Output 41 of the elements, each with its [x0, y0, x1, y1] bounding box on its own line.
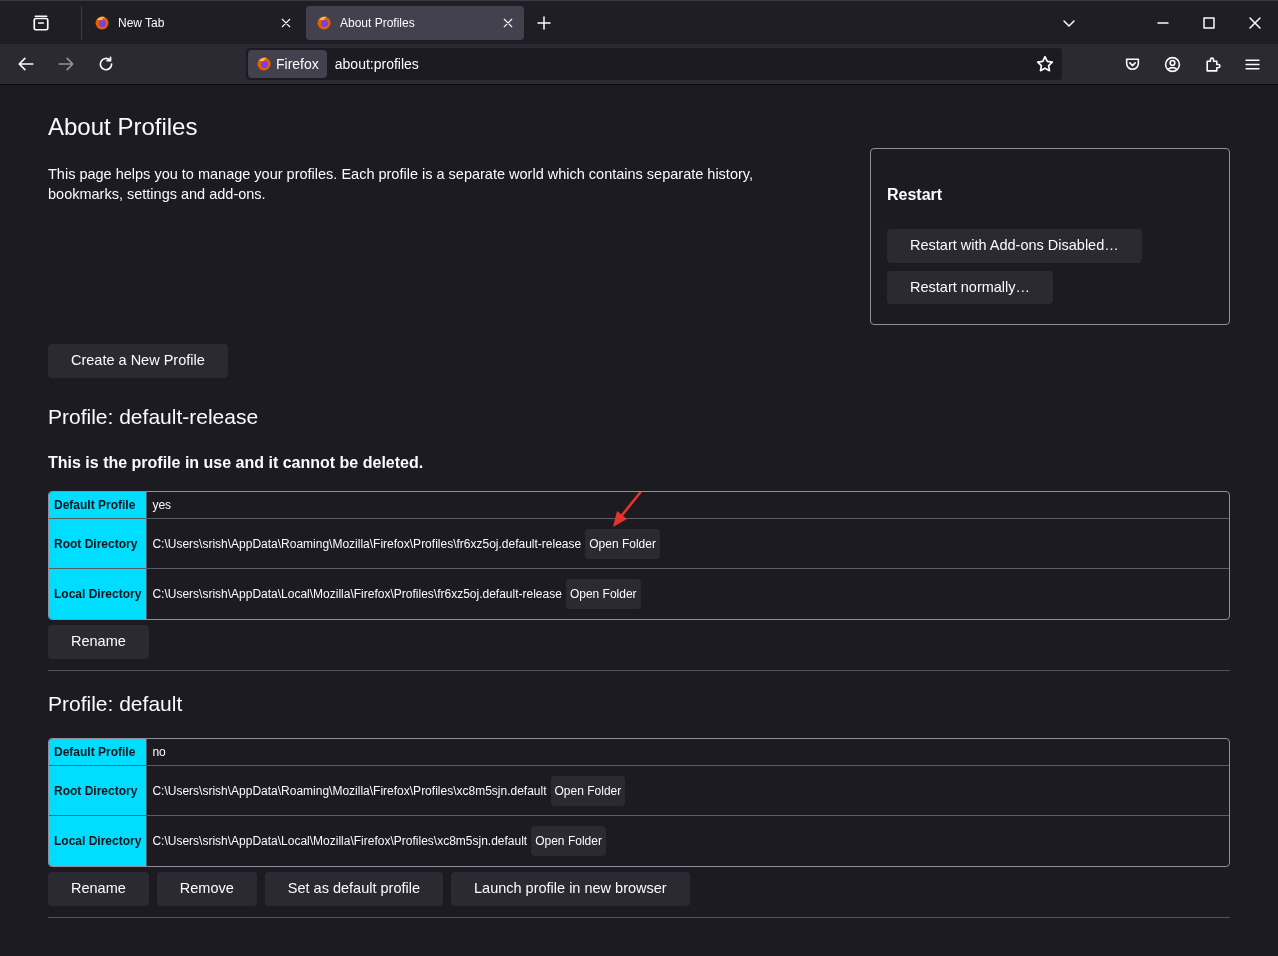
browser-tab[interactable]: New Tab: [84, 5, 302, 40]
path-text: C:\Users\srish\AppData\Local\Mozilla\Firefox\Profiles\fr6xz5oj.default-release: [152, 586, 562, 604]
tab-list-icon[interactable]: [31, 13, 50, 32]
restart-button[interactable]: Restart normally…: [887, 270, 1054, 305]
profile-action-button[interactable]: Launch profile in new browser: [451, 872, 690, 906]
identity-button[interactable]: Firefox: [248, 50, 327, 78]
row-label: Root Directory: [49, 766, 148, 817]
profile-note: This is the profile in use and it cannot be deleted.: [48, 453, 425, 474]
profile-action-button[interactable]: Remove: [156, 872, 257, 906]
restart-button[interactable]: Restart with Add-ons Disabled…: [887, 228, 1142, 263]
open-folder-button[interactable]: Open Folder: [531, 826, 606, 857]
firefox-icon: [256, 56, 272, 72]
path-text: C:\Users\srish\AppData\Local\Mozilla\Firefox\Profiles\xc8m5sjn.default: [152, 833, 528, 851]
firefox-icon: [316, 14, 332, 31]
restart-title: Restart: [887, 184, 944, 205]
path-text: no: [152, 744, 166, 762]
open-folder-button[interactable]: Open Folder: [550, 775, 626, 806]
url-text[interactable]: about:profiles: [334, 53, 1028, 75]
intro-paragraph: This page helps you to manage your profiles. Each profile is a separate world which contains separate history, bookmarks, settings and add-ons.: [48, 164, 754, 204]
profile-action-button[interactable]: Rename: [48, 872, 149, 906]
create-profile-button[interactable]: Create a New Profile: [48, 344, 228, 379]
profile-action-button[interactable]: Set as default profile: [264, 872, 443, 906]
close-icon[interactable]: [502, 16, 514, 29]
profile-title: Profile: default: [48, 691, 184, 717]
path-text: yes: [152, 497, 172, 515]
row-label: Default Profile: [49, 739, 148, 767]
row-label: Local Directory: [49, 569, 148, 620]
profile-title: Profile: default-release: [48, 404, 260, 430]
close-icon[interactable]: [280, 16, 292, 29]
row-label: Local Directory: [49, 816, 148, 867]
row-label: Root Directory: [49, 519, 148, 570]
row-label: Default Profile: [49, 492, 148, 520]
firefox-icon: [94, 14, 110, 31]
path-text: C:\Users\srish\AppData\Roaming\Mozilla\Firefox\Profiles\fr6xz5oj.default-release: [152, 535, 582, 553]
path-text: C:\Users\srish\AppData\Roaming\Mozilla\Firefox\Profiles\xc8m5sjn.default: [152, 782, 547, 800]
page-title: About Profiles: [48, 113, 199, 142]
new-tab-icon[interactable]: [536, 14, 552, 31]
bookmark-star-icon[interactable]: [1036, 55, 1054, 73]
open-folder-button[interactable]: Open Folder: [565, 579, 641, 610]
browser-tab[interactable]: About Profiles: [306, 5, 524, 40]
profile-action-button[interactable]: Rename: [48, 625, 149, 659]
